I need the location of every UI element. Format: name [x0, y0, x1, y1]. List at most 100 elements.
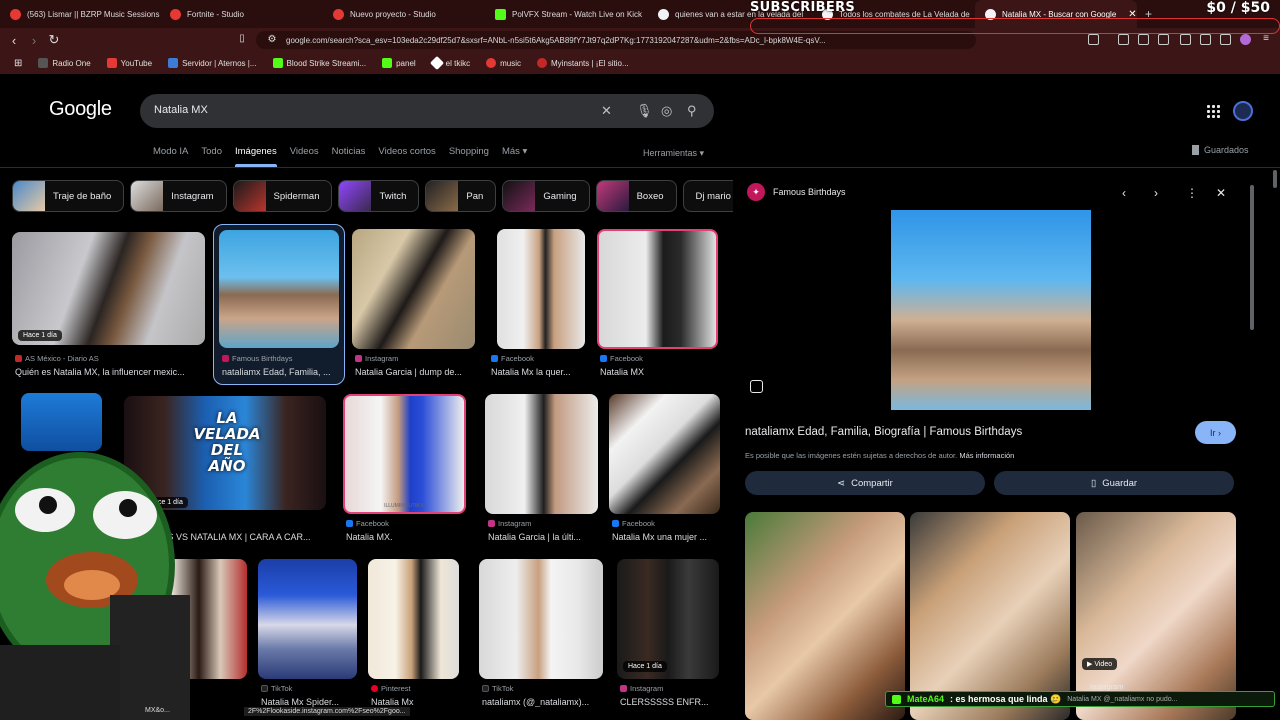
download-icon[interactable] — [1118, 34, 1129, 45]
panel-scrollbar[interactable] — [1250, 185, 1254, 330]
more-options-icon[interactable]: ⋮ — [1186, 186, 1198, 200]
tools-menu[interactable]: Herramientas ▾ — [643, 148, 704, 159]
save-label: Guardar — [1102, 477, 1138, 489]
tab-todo[interactable]: Todo — [201, 146, 222, 157]
bookmark-music[interactable]: music — [478, 58, 529, 68]
forward-icon[interactable]: › — [24, 33, 44, 48]
previous-icon[interactable]: ‹ — [1122, 186, 1126, 200]
save-button[interactable]: ▯ Guardar — [994, 471, 1234, 495]
bookmark-blood-strike[interactable]: Blood Strike Streami... — [265, 58, 375, 68]
result-source: Instagram — [488, 519, 531, 528]
apps-grid-icon[interactable]: ⊞ — [6, 58, 30, 69]
chip-traje-de-bano[interactable]: Traje de baño — [12, 180, 125, 212]
tab-modo-ia[interactable]: Modo IA — [153, 146, 188, 157]
chip-label: Boxeo — [636, 190, 664, 202]
instagram-icon — [620, 685, 627, 692]
panel-source[interactable]: ✦ Famous Birthdays — [747, 183, 846, 201]
related-image[interactable]: ▶ Video Instagram — [1076, 512, 1236, 720]
chip-pan[interactable]: Pan — [425, 180, 497, 212]
reload-icon[interactable]: ↻ — [44, 32, 64, 48]
page-scrollbar[interactable] — [1273, 170, 1277, 188]
tab-videos-cortos[interactable]: Videos cortos — [378, 146, 435, 157]
source-label: Facebook — [356, 519, 389, 528]
preview-image[interactable] — [891, 210, 1091, 410]
profile-icon[interactable] — [1240, 34, 1251, 45]
result-thumbnail — [21, 393, 102, 451]
image-result-selected[interactable]: Famous Birthdays nataliamx Edad, Familia… — [213, 224, 345, 385]
bookmark-label: YouTube — [120, 58, 153, 68]
image-result[interactable]: Facebook Natalia MX — [597, 229, 720, 379]
chip-spiderman[interactable]: Spiderman — [232, 180, 333, 212]
subscriber-goal-label: SUBSCRIBERS — [750, 0, 856, 15]
back-icon[interactable]: ‹ — [4, 33, 24, 48]
donation-goal-amount: $0 / $50 — [1206, 0, 1270, 16]
chip-thumbnail — [596, 181, 629, 211]
lens-search-icon[interactable] — [750, 380, 763, 393]
extension-icon[interactable] — [1200, 34, 1211, 45]
menu-icon[interactable]: ≡ — [1260, 33, 1272, 45]
image-result[interactable]: Instagram Natalia Garcia | la últi... — [485, 394, 600, 544]
image-result[interactable]: Instagram Natalia Garcia | dump de... — [352, 229, 476, 379]
tab-kick-stream[interactable]: PolVFX Stream - Watch Live on Kick — [485, 0, 648, 28]
kick-icon — [892, 694, 901, 704]
related-image[interactable] — [910, 512, 1070, 720]
bookmark-myinstants[interactable]: Myinstants | ¡El sitio... — [529, 58, 637, 68]
site-info-icon[interactable]: ⚙ — [266, 34, 278, 46]
share-button[interactable]: ⋖ Compartir — [745, 471, 985, 495]
bookmark-aternos[interactable]: Servidor | Aternos |... — [160, 58, 264, 68]
chip-boxeo[interactable]: Boxeo — [595, 180, 677, 212]
related-image[interactable] — [745, 512, 905, 720]
youtube-icon — [10, 8, 21, 20]
search-input[interactable]: Natalia MX — [154, 104, 208, 116]
microphone-icon[interactable]: 🎙 — [636, 103, 653, 119]
tab-mas[interactable]: Más ▾ — [502, 146, 527, 157]
youtube-studio-icon — [170, 8, 181, 20]
image-result[interactable]: Pinterest Natalia Mx — [368, 559, 460, 709]
panel-title[interactable]: nataliamx Edad, Familia, Biografía | Fam… — [745, 426, 1022, 438]
image-result[interactable]: Facebook Natalia Mx la quer... — [488, 229, 588, 379]
reading-list-icon[interactable] — [1138, 34, 1149, 45]
google-apps-icon[interactable] — [1207, 105, 1220, 118]
tab-nuevo-proyecto[interactable]: Nuevo proyecto - Studio — [323, 0, 485, 28]
saved-link[interactable]: Guardados — [1192, 145, 1249, 155]
chip-twitch[interactable]: Twitch — [338, 180, 420, 212]
tab-shopping[interactable]: Shopping — [449, 146, 489, 157]
chip-instagram[interactable]: Instagram — [130, 180, 227, 212]
image-result[interactable]: Hace 1 día Instagram CLERSSSSS ENFR... — [617, 559, 721, 709]
more-info-link[interactable]: Más información — [959, 451, 1014, 460]
bookmark-youtube[interactable]: YouTube — [99, 58, 160, 68]
result-thumbnail — [609, 394, 720, 514]
image-result[interactable]: Facebook Natalia Mx una mujer ... — [609, 394, 721, 544]
next-icon[interactable]: › — [1154, 186, 1158, 200]
image-result[interactable]: Hace 1 día AS México - Diario AS Quién e… — [12, 232, 207, 382]
image-result[interactable]: ILLUMIN FUTBOL Facebook Natalia MX. — [343, 394, 467, 544]
bookmark-label: Servidor | Aternos |... — [182, 58, 257, 68]
bookmark-el-tkikc[interactable]: el tkikc — [424, 55, 478, 71]
camera-lens-icon[interactable]: ◎ — [661, 103, 672, 119]
tab-noticias[interactable]: Noticias — [332, 146, 366, 157]
bookmark-radio-one[interactable]: Radio One — [30, 58, 98, 68]
visit-button[interactable]: Ir › — [1195, 421, 1236, 444]
tab-imagenes[interactable]: Imágenes — [235, 146, 277, 167]
puzzle-icon[interactable] — [1220, 34, 1231, 45]
tab-fortnite-studio[interactable]: Fortnite - Studio — [160, 0, 323, 28]
tab-youtube-music[interactable]: (563) Lismar || BZRP Music Sessions — [0, 0, 160, 28]
source-label: TikTok — [271, 684, 293, 693]
image-result[interactable]: TikTok nataliamx (@_nataliamx)... — [479, 559, 605, 709]
search-icon[interactable]: ⚲ — [687, 103, 697, 119]
extension-icon[interactable] — [1180, 34, 1191, 45]
extension-icon[interactable] — [1088, 34, 1099, 45]
image-result[interactable] — [21, 393, 103, 453]
image-result[interactable]: TikTok Natalia Mx Spider... — [258, 559, 358, 709]
search-box[interactable]: Natalia MX ✕ 🎙 ◎ ⚲ — [140, 94, 714, 128]
account-avatar[interactable] — [1233, 101, 1253, 121]
chip-gaming[interactable]: Gaming — [502, 180, 590, 212]
clear-icon[interactable]: ✕ — [601, 103, 612, 119]
extension-icon[interactable] — [1158, 34, 1169, 45]
bookmark-panel[interactable]: panel — [374, 58, 424, 68]
chip-dj-mario[interactable]: Dj mario — [682, 180, 737, 212]
bookmark-icon[interactable]: ▯ — [236, 33, 248, 45]
close-icon[interactable]: ✕ — [1216, 186, 1226, 200]
google-logo[interactable]: Google — [49, 98, 112, 121]
tab-videos[interactable]: Videos — [290, 146, 319, 157]
